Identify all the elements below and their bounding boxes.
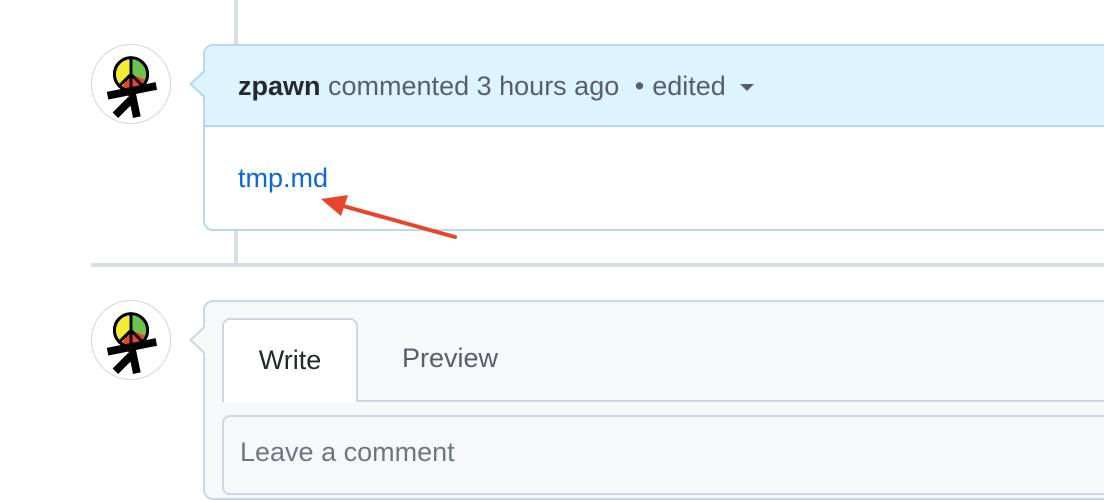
- comment-action: commented: [328, 71, 470, 101]
- avatar-icon: [106, 312, 158, 374]
- author-avatar[interactable]: [91, 44, 171, 124]
- tabs-border: [356, 400, 1104, 402]
- tab-preview[interactable]: Preview: [380, 318, 520, 398]
- timeline-divider: [91, 263, 1104, 267]
- comment-input[interactable]: [222, 415, 1104, 495]
- avatar-icon: [106, 56, 158, 118]
- edited-label: edited: [652, 71, 726, 101]
- comment-meta: zpawn commented 3 hours ago • edited: [238, 70, 754, 102]
- edited-dropdown[interactable]: edited: [652, 71, 754, 101]
- comment-pointer-fill: [192, 72, 205, 96]
- comment-author[interactable]: zpawn: [238, 71, 321, 101]
- editor-pointer-fill: [192, 328, 205, 352]
- red-arrow-icon: [321, 195, 457, 239]
- comment-header: zpawn commented 3 hours ago • edited: [192, 46, 1104, 127]
- comment-editor: Write Preview: [189, 300, 1104, 500]
- current-user-avatar[interactable]: [91, 300, 171, 380]
- comment-time[interactable]: 3 hours ago: [477, 71, 620, 101]
- chevron-down-icon: [739, 84, 754, 92]
- tab-write[interactable]: Write: [222, 318, 358, 402]
- meta-separator: •: [634, 71, 645, 101]
